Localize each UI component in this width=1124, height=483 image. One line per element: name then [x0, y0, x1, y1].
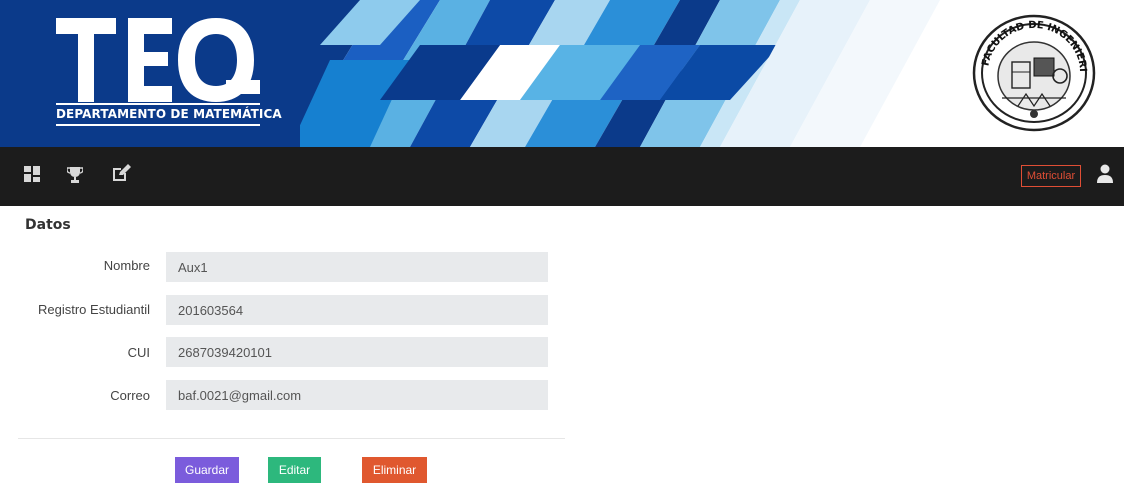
user-icon[interactable]	[1096, 164, 1114, 184]
guardar-button[interactable]: Guardar	[175, 457, 239, 483]
field-label-cui: CUI	[127, 345, 150, 360]
nombre-field[interactable]	[166, 252, 548, 282]
dashboard-icon[interactable]	[24, 166, 40, 182]
edit-icon[interactable]	[111, 163, 132, 183]
trophy-icon[interactable]	[67, 166, 83, 183]
header-banner: DEPARTAMENTO DE MATEMÁTICA FACULTAD DE I…	[0, 0, 1124, 147]
editar-button[interactable]: Editar	[268, 457, 321, 483]
teq-logo	[56, 18, 260, 102]
registro-estudiantil-field[interactable]	[166, 295, 548, 325]
department-subtitle: DEPARTAMENTO DE MATEMÁTICA	[56, 103, 282, 126]
cui-field[interactable]	[166, 337, 548, 367]
field-label-nombre: Nombre	[103, 258, 150, 273]
field-label-registro: Registro Estudiantil	[38, 302, 150, 317]
faculty-seal-logo: FACULTAD DE INGENIERIA USAC	[972, 14, 1096, 132]
matricular-button[interactable]: Matricular	[1021, 165, 1081, 187]
eliminar-button[interactable]: Eliminar	[362, 457, 427, 483]
correo-field[interactable]	[166, 380, 548, 410]
form-divider	[18, 438, 565, 439]
top-navbar	[0, 147, 1124, 206]
section-title: Datos	[25, 217, 71, 233]
field-label-correo: Correo	[110, 388, 150, 403]
